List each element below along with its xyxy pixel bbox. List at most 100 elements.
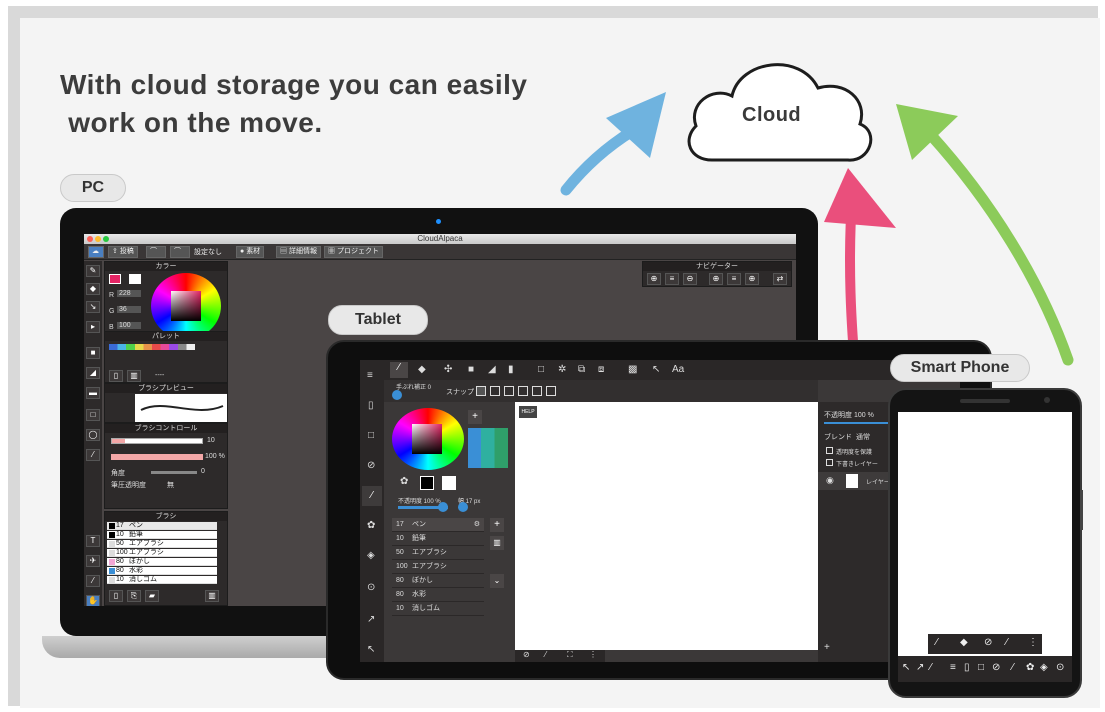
snap-lines-icon[interactable]	[518, 386, 528, 396]
settings-icon[interactable]: ⊙	[1056, 662, 1064, 673]
gradient-icon[interactable]: ▮	[508, 364, 514, 375]
menu-icon[interactable]: ≡	[367, 370, 373, 381]
tablet-bg-color[interactable]	[442, 476, 456, 490]
lasso-icon[interactable]: ◯	[86, 429, 100, 441]
crop-icon[interactable]: ⧈	[598, 364, 604, 375]
brush-list-item[interactable]: 10 消しゴム	[107, 576, 217, 584]
zoom-out-icon[interactable]: ⊖	[683, 273, 697, 285]
pen-tool-icon[interactable]: ✎	[86, 265, 100, 277]
opacity-slider[interactable]	[111, 454, 203, 460]
rotate-right-icon[interactable]: ⊕	[745, 273, 759, 285]
color-square[interactable]	[171, 291, 201, 321]
eyedropper-icon[interactable]: ⁄	[1006, 637, 1008, 648]
tablet-fg-color[interactable]	[420, 476, 434, 490]
eyedrop-icon[interactable]: ⁄	[930, 662, 932, 673]
fit-icon[interactable]: ⛶	[567, 650, 573, 660]
menu-icon[interactable]: ≡	[950, 662, 956, 673]
flip-icon[interactable]: ⇄	[773, 273, 787, 285]
protect-alpha-checkbox[interactable]	[826, 447, 833, 454]
file-icon[interactable]: ▯	[368, 400, 374, 411]
brush-list-item[interactable]: 80 ぼかし	[107, 558, 217, 566]
rotate-left-icon[interactable]: ⊕	[709, 273, 723, 285]
lasso-icon[interactable]: ⊘	[367, 460, 375, 471]
width-knob[interactable]	[458, 502, 468, 512]
add-brush-icon[interactable]: ▯	[109, 590, 123, 602]
grid-icon[interactable]: ⋮	[589, 650, 597, 659]
brush-list-item[interactable]: 17 ペン	[107, 522, 217, 530]
move-tool-icon[interactable]: ✈	[86, 555, 100, 567]
snap-icon[interactable]: ⊘	[984, 637, 992, 648]
draft-layer-checkbox[interactable]	[826, 459, 833, 466]
detail-button[interactable]: ▤ 詳細情報	[276, 246, 321, 258]
add-brush-button[interactable]: +	[490, 518, 504, 532]
add-color-button[interactable]: +	[468, 410, 482, 424]
settings-icon[interactable]: ⊙	[367, 582, 375, 593]
folder-icon[interactable]: ▰	[145, 590, 159, 602]
background-color-swatch[interactable]	[129, 274, 141, 284]
magic-wand-icon[interactable]: ✲	[558, 364, 566, 375]
brush-settings-icon[interactable]: ⚙	[474, 518, 480, 532]
eraser-icon[interactable]: ◆	[960, 637, 968, 648]
new-page-icon[interactable]: ▯	[109, 370, 123, 382]
r-value[interactable]: 228	[117, 290, 141, 297]
palette-swatches[interactable]	[109, 344, 195, 350]
copy-brush-icon[interactable]: ⎘	[127, 590, 141, 602]
undo-icon[interactable]: ↖	[902, 662, 910, 673]
brush-list-item[interactable]: 80 水彩	[107, 567, 217, 575]
opacity-knob[interactable]	[438, 502, 448, 512]
snap-parallel-icon[interactable]	[490, 386, 500, 396]
redo-icon[interactable]: ↗	[916, 662, 924, 673]
snap-off-icon[interactable]	[476, 386, 486, 396]
tablet-brush-item[interactable]: 10 鉛筆	[392, 532, 484, 546]
pointer-icon[interactable]: ↖	[652, 364, 660, 375]
minimize-window-icon[interactable]	[95, 236, 101, 242]
snap-toggle-icon[interactable]: ⊘	[523, 650, 530, 659]
wand-icon[interactable]: ⁄	[86, 449, 100, 461]
project-button[interactable]: ▦ プロジェクト	[324, 246, 383, 258]
palette-icon[interactable]: ✿	[367, 520, 375, 531]
select-tool-icon[interactable]: ▸	[86, 321, 100, 333]
palette-icon[interactable]: ✿	[1026, 662, 1034, 673]
trash-icon[interactable]: ▥	[127, 370, 141, 382]
delete-brush-icon[interactable]: ▥	[205, 590, 219, 602]
eyedropper-icon[interactable]: ⁄	[86, 575, 100, 587]
snap-circle-icon[interactable]	[546, 386, 556, 396]
tablet-brush-item[interactable]: 80 ぼかし	[392, 574, 484, 588]
material-button[interactable]: ● 素材	[236, 246, 265, 258]
redo-icon[interactable]: ↗	[367, 614, 375, 625]
undo-icon[interactable]: ↖	[367, 644, 375, 655]
brush-stroke-2-icon[interactable]: ⌒	[170, 246, 190, 258]
zoom-in-icon[interactable]: ⊕	[647, 273, 661, 285]
layers-icon[interactable]: ◈	[367, 550, 375, 561]
tablet-color-square[interactable]	[412, 424, 442, 454]
setting-label[interactable]: 設定なし	[194, 247, 222, 257]
foreground-color-swatch[interactable]	[109, 274, 121, 284]
cloud-icon[interactable]: ☁	[88, 246, 104, 258]
g-value[interactable]: 36	[117, 306, 141, 313]
select-rect-icon[interactable]: □	[538, 364, 544, 375]
zoom-window-icon[interactable]	[103, 236, 109, 242]
snap-radial-icon[interactable]	[532, 386, 542, 396]
eraser-icon[interactable]: ◆	[418, 364, 426, 375]
add-layer-button[interactable]: +	[824, 642, 830, 653]
brush-list-item[interactable]: 50 エアブラシ	[107, 540, 217, 548]
rect-fill-icon[interactable]: ■	[468, 364, 474, 375]
tablet-brush-item[interactable]: 100 エアブラシ	[392, 560, 484, 574]
pressure-value[interactable]: 無	[167, 480, 174, 490]
hand-icon[interactable]: ✋	[86, 595, 100, 606]
zoom-reset-icon[interactable]: ≡	[665, 273, 679, 285]
snap-grid-icon[interactable]	[504, 386, 514, 396]
brush-stroke-icon[interactable]: ⌒	[146, 246, 166, 258]
bucket-icon[interactable]: ◢	[488, 364, 496, 375]
eyedrop-icon[interactable]: ⁄	[545, 650, 546, 659]
text-tool-icon[interactable]: T	[86, 535, 100, 547]
brush-list-item[interactable]: 10 鉛筆	[107, 531, 217, 539]
eraser-tool-icon[interactable]: ◆	[86, 283, 100, 295]
size-slider[interactable]	[111, 438, 203, 444]
lasso-icon[interactable]: ⊘	[992, 662, 1000, 673]
rotate-reset-icon[interactable]: ≡	[727, 273, 741, 285]
angle-slider[interactable]	[151, 471, 197, 474]
layers-icon[interactable]: ◈	[1040, 662, 1048, 673]
tablet-brush-item[interactable]: 50 エアブラシ	[392, 546, 484, 560]
more-brush-button[interactable]: ⌄	[490, 574, 504, 588]
